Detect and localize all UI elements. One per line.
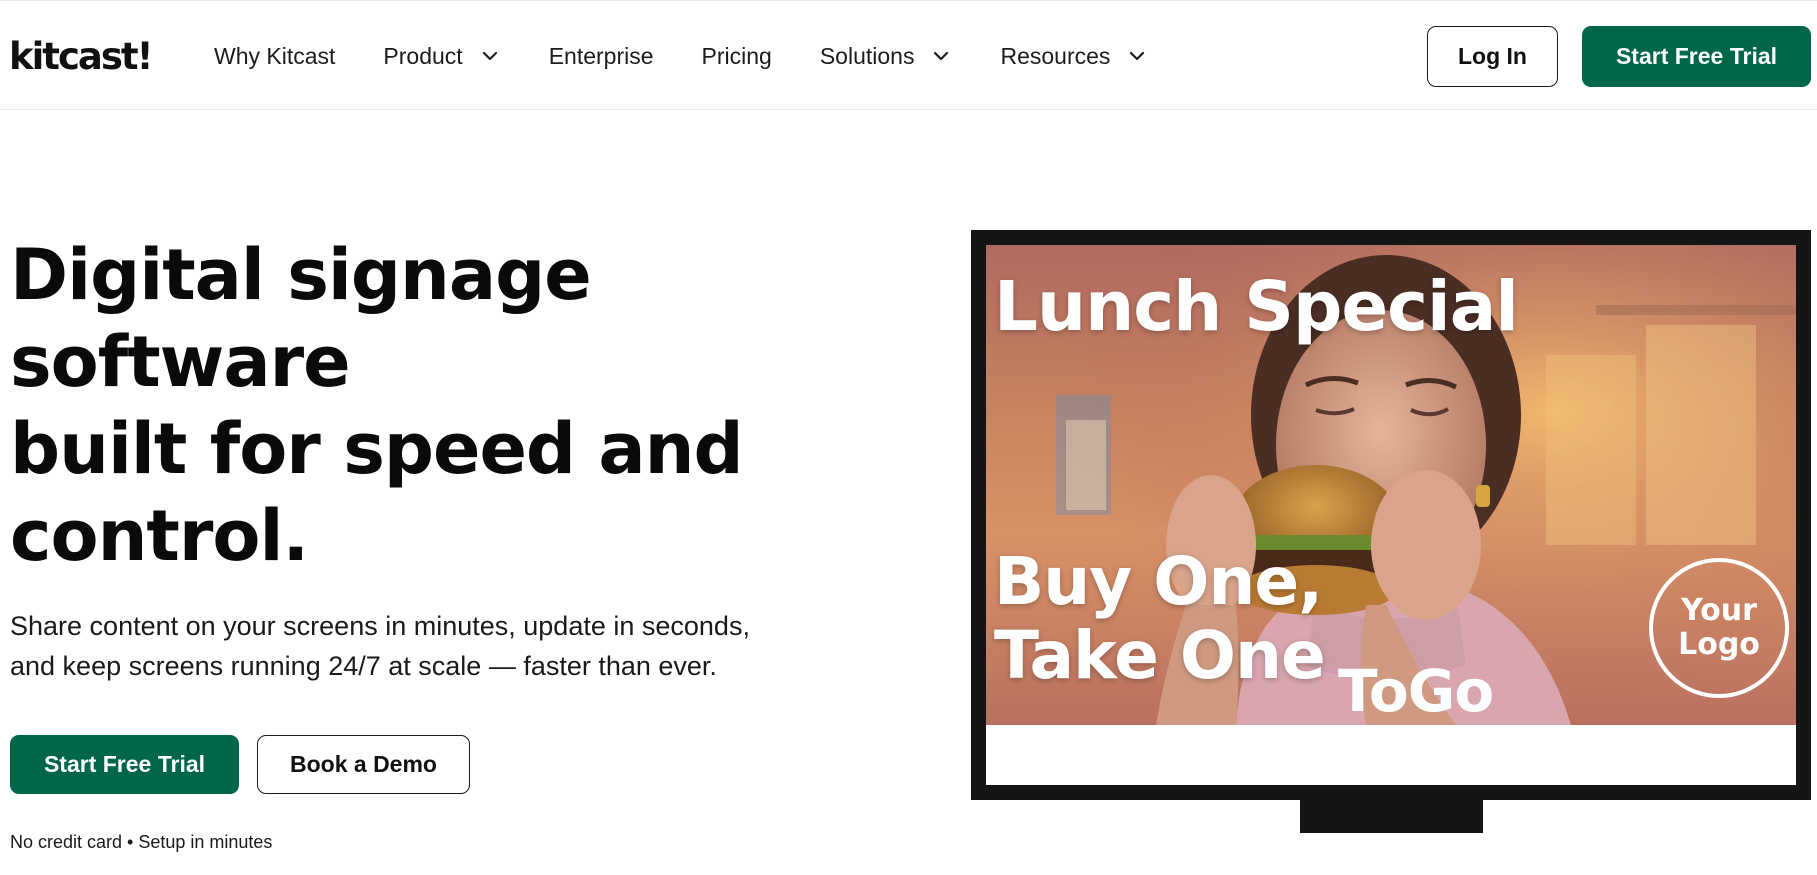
lunch-special-video: Lunch Special Buy One, Take One ToGo You… [986, 245, 1796, 725]
hero-title-line: built for speed and control. [10, 408, 744, 577]
signage-monitor: Lunch Special Buy One, Take One ToGo You… [971, 230, 1811, 800]
book-demo-button[interactable]: Book a Demo [257, 735, 470, 794]
nav-item-label: Enterprise [548, 42, 654, 69]
signage-promo: Buy One, Take One [994, 545, 1594, 693]
hero-subtitle-line: Share content on your screens in minutes… [10, 611, 750, 641]
signage-promo-line: Buy One, [994, 543, 1323, 620]
hero-title-line: Digital signage software [10, 234, 592, 403]
nav-item-solutions[interactable]: Solutions [820, 43, 953, 70]
hero-start-trial-button[interactable]: Start Free Trial [10, 735, 239, 794]
hero-title: Digital signage software built for speed… [10, 232, 790, 580]
nav-item-pricing[interactable]: Pricing [702, 43, 772, 70]
signage-headline: Lunch Special [994, 267, 1519, 347]
signage-promo-togo: ToGo [1338, 657, 1494, 725]
hero-subtitle-line: and keep screens running 24/7 at scale —… [10, 651, 717, 681]
hero-fine-print: No credit card • Setup in minutes [10, 832, 273, 852]
nav-item-enterprise[interactable]: Enterprise [549, 43, 654, 70]
top-navigation: kitcast! Why Kitcast Product Enterprise … [0, 0, 1817, 110]
nav-item-label: Solutions [819, 42, 915, 69]
hero-subtitle: Share content on your screens in minutes… [10, 606, 830, 686]
monitor-stand [1300, 800, 1483, 833]
chevron-down-icon [1126, 45, 1148, 67]
signage-promo-line: Take One [994, 617, 1326, 694]
nav-item-label: Resources [1000, 42, 1111, 69]
nav-item-resources[interactable]: Resources [1000, 43, 1148, 70]
nav-item-label: Pricing [701, 42, 772, 69]
monitor-screen: Lunch Special Buy One, Take One ToGo You… [986, 245, 1796, 785]
nav-item-product[interactable]: Product [383, 43, 500, 70]
nav-item-label: Why Kitcast [214, 42, 336, 69]
nav-start-trial-button[interactable]: Start Free Trial [1582, 26, 1811, 87]
nav-menu: Why Kitcast Product Enterprise Pricing S… [214, 1, 1196, 111]
chevron-down-icon [479, 45, 501, 67]
nav-item-why-kitcast[interactable]: Why Kitcast [214, 43, 335, 70]
chevron-down-icon [930, 45, 952, 67]
kitcast-logo[interactable]: kitcast! [9, 35, 153, 78]
your-logo-badge: Your Logo [1649, 558, 1789, 698]
nav-item-label: Product [383, 42, 463, 69]
login-button[interactable]: Log In [1427, 26, 1558, 87]
